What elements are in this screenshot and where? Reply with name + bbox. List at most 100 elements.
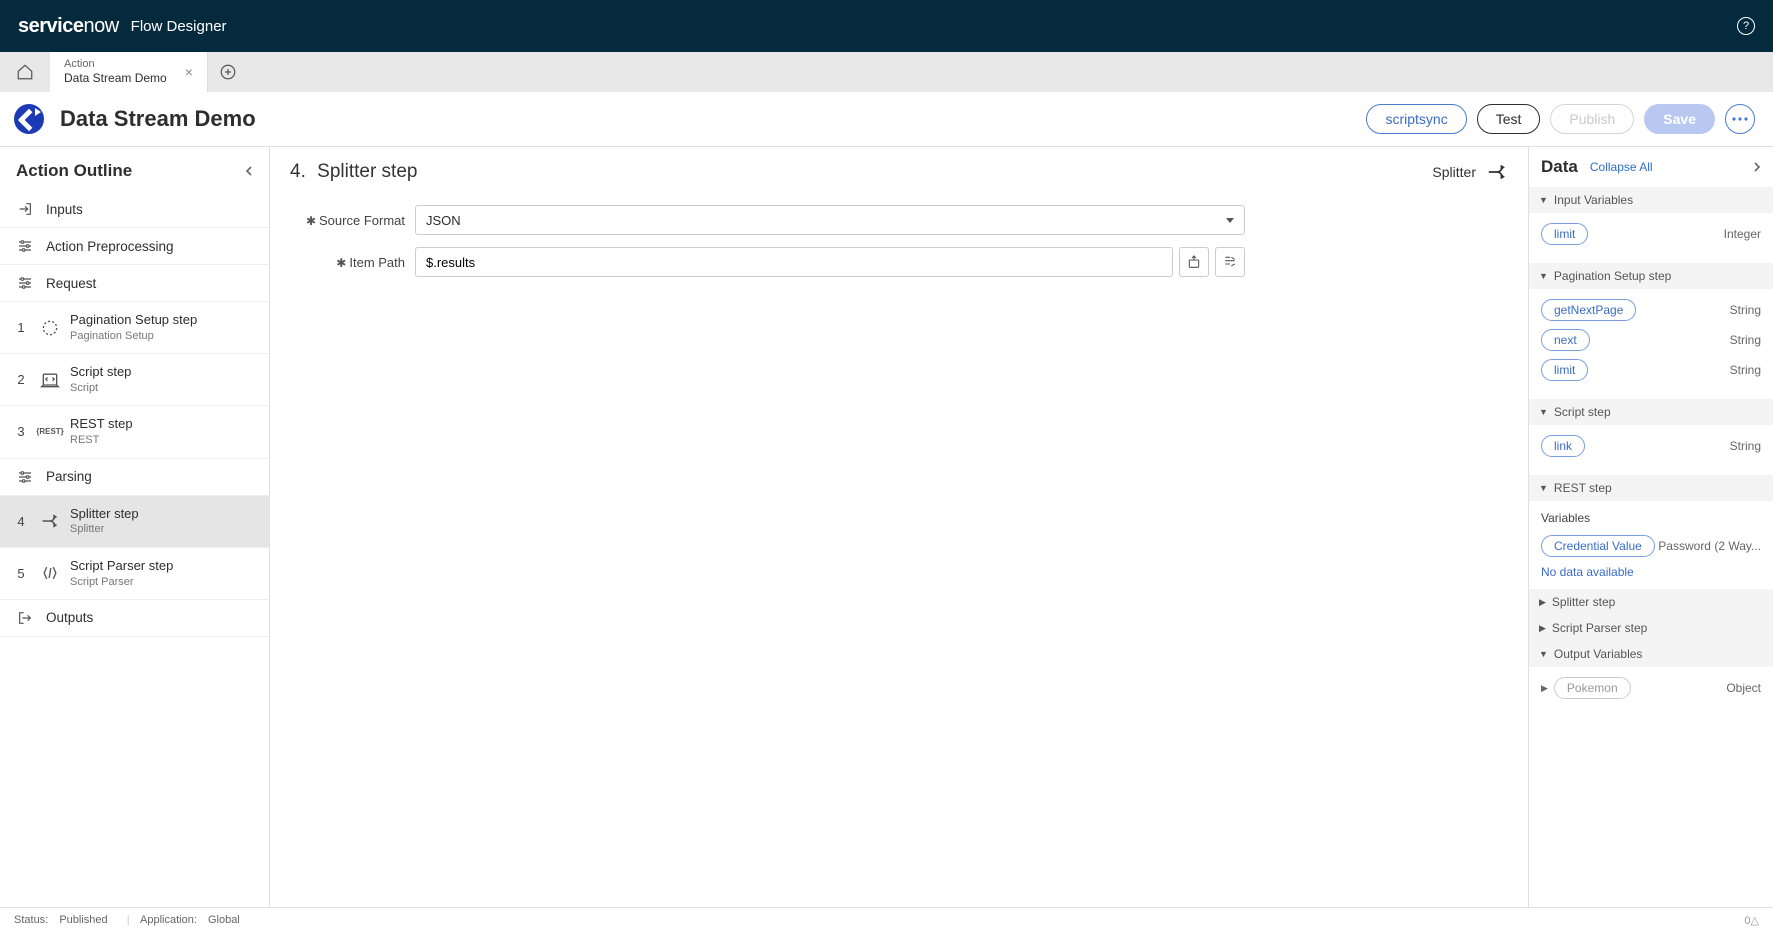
collapse-sidebar-icon[interactable] [245,165,253,177]
tab-action[interactable]: Action Data Stream Demo × [50,52,208,92]
section-body: getNextPage String next String limit Str… [1529,289,1773,399]
close-icon[interactable]: × [185,64,193,80]
collapse-all-link[interactable]: Collapse All [1590,160,1653,174]
step-number: 3 [12,424,30,439]
step-heading: 4. Splitter step [290,161,417,183]
title-row: Data Stream Demo scriptsync Test Publish… [0,92,1773,147]
data-pill[interactable]: next [1541,329,1590,351]
section-rest[interactable]: ▼ REST step [1529,475,1773,501]
test-button[interactable]: Test [1477,104,1541,134]
section-label: Script step [1554,405,1611,419]
no-data-label: No data available [1541,565,1761,579]
data-pill[interactable]: limit [1541,223,1588,245]
step-labels: Pagination Setup step Pagination Setup [70,312,197,343]
section-parser[interactable]: ▶ Script Parser step [1529,615,1773,641]
sidebar-step-2[interactable]: 2 Script step Script [0,354,269,406]
section-label: Splitter step [1552,595,1615,609]
data-pill-icon [1186,254,1202,270]
footer-right: 0△ [1744,914,1759,927]
script-toggle-button[interactable] [1215,247,1245,277]
step-type: Splitter [1432,161,1508,183]
scriptsync-button[interactable]: scriptsync [1366,104,1466,134]
sidebar-header: Action Outline [0,147,269,191]
footer: Status: Published | Application: Global … [0,907,1773,932]
sidebar-item-inputs[interactable]: Inputs [0,191,269,228]
section-label: REST step [1554,481,1612,495]
sidebar-step-1[interactable]: 1 Pagination Setup step Pagination Setup [0,302,269,354]
sidebar-item-outputs[interactable]: Outputs [0,600,269,637]
tab-type: Action [64,58,167,71]
sidebar-step-5[interactable]: 5 Script Parser step Script Parser [0,548,269,600]
step-title: Splitter step [70,506,139,523]
splitter-icon [36,511,64,531]
dots-icon [1732,117,1748,121]
sidebar-item-label: Request [46,276,96,291]
logo-service: service [18,15,83,37]
tabbar: Action Data Stream Demo × [0,52,1773,92]
step-title: REST step [70,416,133,433]
more-button[interactable] [1725,104,1755,134]
save-button[interactable]: Save [1644,104,1715,134]
data-var-row: next String [1541,329,1761,351]
section-body: ▶ Pokemon Object [1529,667,1773,709]
data-var-row: Credential Value Password (2 Way... [1541,535,1761,557]
form-row-item-path: ✱Item Path [290,247,1508,277]
caret-down-icon: ▼ [1539,195,1548,205]
caret-right-icon[interactable]: ▶ [1541,683,1548,694]
sliders-icon [16,469,34,485]
sidebar-item-preprocessing[interactable]: Action Preprocessing [0,228,269,265]
sidebar-item-parsing[interactable]: Parsing [0,459,269,496]
step-sub: Script Parser [70,575,173,589]
plus-circle-icon [219,63,237,81]
step-number: 4 [12,514,30,529]
section-input-variables[interactable]: ▼ Input Variables [1529,187,1773,213]
expand-panel-icon[interactable] [1753,161,1761,173]
item-path-input-wrap [415,247,1245,277]
data-pill[interactable]: Credential Value [1541,535,1655,557]
title-actions: scriptsync Test Publish Save [1366,104,1755,134]
parser-icon [36,563,64,583]
step-labels: REST step REST [70,416,133,447]
sidebar-item-request[interactable]: Request [0,265,269,302]
step-labels: Script Parser step Script Parser [70,558,173,589]
data-pill[interactable]: getNextPage [1541,299,1636,321]
data-pill[interactable]: link [1541,435,1585,457]
section-splitter[interactable]: ▶ Splitter step [1529,589,1773,615]
form-row-source-format: ✱Source Format JSON [290,205,1508,235]
add-tab-button[interactable] [208,52,248,92]
back-button[interactable] [14,104,44,134]
data-var-row: link String [1541,435,1761,457]
help-icon[interactable]: ? [1737,17,1755,35]
source-format-select[interactable]: JSON [415,205,1245,235]
sidebar-item-label: Inputs [46,202,83,217]
sliders-icon [16,238,34,254]
data-var-row: ▶ Pokemon Object [1541,677,1761,699]
script-toggle-icon [1222,254,1238,270]
footer-left: Status: Published | Application: Global [14,914,248,926]
caret-down-icon: ▼ [1539,483,1548,493]
caret-right-icon: ▶ [1539,597,1546,608]
step-number: 2 [12,372,30,387]
title-left: Data Stream Demo [14,104,256,134]
sidebar-step-4[interactable]: 4 Splitter step Splitter [0,496,269,548]
data-type: String [1730,333,1761,347]
app-value: Global [208,914,240,926]
tab-content: Action Data Stream Demo [64,58,167,86]
home-tab[interactable] [0,52,50,92]
step-sub: REST [70,433,133,447]
section-pagination[interactable]: ▼ Pagination Setup step [1529,263,1773,289]
item-path-input[interactable] [415,247,1173,277]
variables-sublabel: Variables [1541,511,1761,525]
section-label: Input Variables [1554,193,1633,207]
section-output-variables[interactable]: ▼ Output Variables [1529,641,1773,667]
publish-button[interactable]: Publish [1550,104,1634,134]
inputs-icon [16,201,34,217]
data-pill-button[interactable] [1179,247,1209,277]
data-type: String [1730,303,1761,317]
data-pill[interactable]: limit [1541,359,1588,381]
sidebar-step-3[interactable]: 3 {REST} REST step REST [0,406,269,458]
data-pill[interactable]: Pokemon [1554,677,1631,699]
step-type-label: Splitter [1432,164,1476,180]
section-script[interactable]: ▼ Script step [1529,399,1773,425]
center-panel: 4. Splitter step Splitter ✱Source Format… [270,147,1528,907]
